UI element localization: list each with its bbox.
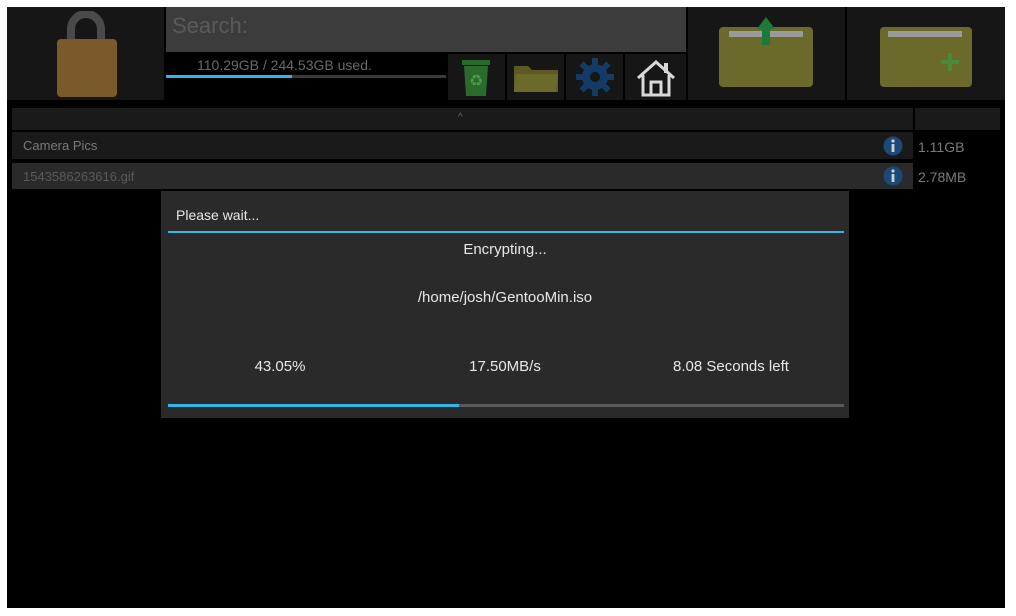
- lock-button[interactable]: [7, 7, 164, 100]
- recycle-bin-icon: ♻: [462, 60, 490, 96]
- storage-usage-text: 110.29GB / 244.53GB used.: [197, 57, 372, 73]
- progress-percent: 43.05%: [254, 358, 306, 375]
- dialog-status: Encrypting...: [463, 241, 547, 258]
- list-item-size: 1.11GB: [918, 139, 965, 155]
- transfer-speed: 17.50MB/s: [469, 358, 541, 375]
- info-button[interactable]: [873, 163, 913, 189]
- recycle-bin-button[interactable]: ♻: [448, 54, 505, 100]
- search-input[interactable]: Search:: [166, 7, 686, 52]
- info-icon: [883, 136, 903, 156]
- sort-header[interactable]: ^: [12, 108, 913, 130]
- lock-icon: [57, 11, 117, 97]
- app-window: Search: 110.29GB / 244.53GB used. ♻ ^ Ca…: [7, 7, 1005, 608]
- storage-usage-bar: [166, 75, 446, 78]
- list-item-size: 2.78MB: [918, 169, 967, 185]
- export-button[interactable]: [688, 7, 845, 100]
- svg-text:♻: ♻: [469, 71, 483, 90]
- list-item[interactable]: 1543586263616.gif: [12, 163, 873, 189]
- storage-usage-fill: [166, 75, 293, 78]
- size-column-header[interactable]: [915, 108, 1000, 130]
- folder-add-icon: [880, 27, 972, 87]
- folder-button[interactable]: [507, 54, 564, 100]
- info-icon: [883, 166, 903, 186]
- dialog-title-divider: [168, 231, 844, 233]
- list-item[interactable]: Camera Pics: [12, 132, 873, 159]
- settings-button[interactable]: [566, 54, 623, 100]
- gear-icon: [576, 58, 614, 96]
- info-button[interactable]: [873, 132, 913, 159]
- folder-icon: [514, 66, 558, 92]
- home-icon: [637, 59, 675, 97]
- list-item-name: 1543586263616.gif: [23, 169, 135, 184]
- dialog-file-path: /home/josh/GentooMin.iso: [417, 289, 593, 306]
- folder-export-icon: [719, 17, 813, 87]
- home-button[interactable]: [625, 54, 686, 100]
- progress-dialog: Please wait... Encrypting... /home/josh/…: [161, 191, 849, 418]
- list-item-name: Camera Pics: [23, 138, 98, 153]
- dialog-title: Please wait...: [176, 207, 260, 223]
- encryption-progress-bar: [168, 404, 844, 407]
- time-remaining: 8.08 Seconds left: [673, 358, 789, 375]
- new-folder-button[interactable]: [847, 7, 1005, 100]
- sort-indicator: ^: [458, 112, 463, 123]
- encryption-progress-fill: [168, 404, 460, 407]
